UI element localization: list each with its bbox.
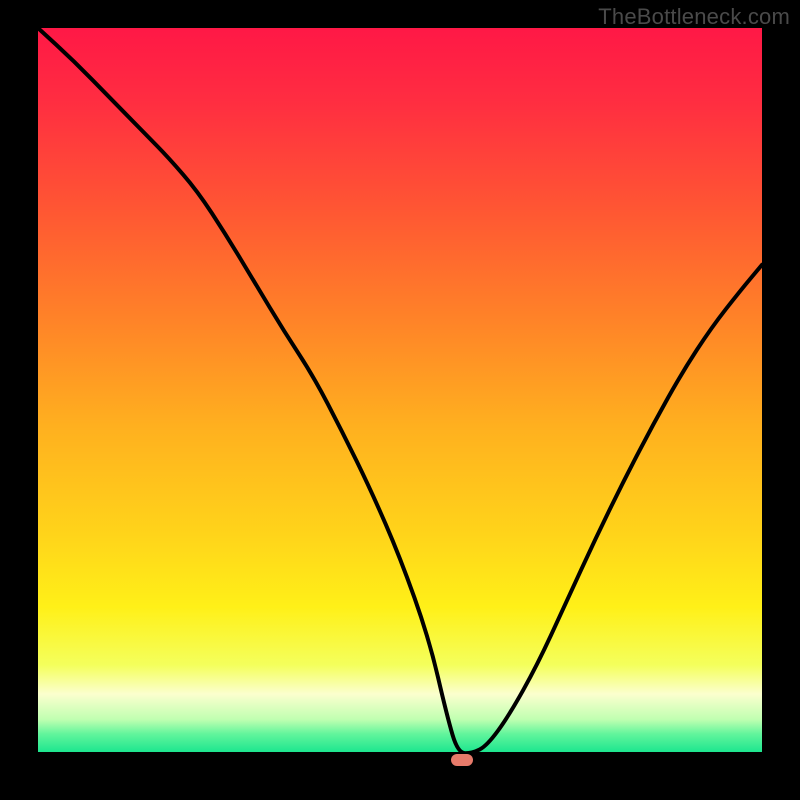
optimal-marker [451, 754, 473, 766]
plot-area [38, 28, 762, 768]
chart-frame: TheBottleneck.com [0, 0, 800, 800]
watermark-text: TheBottleneck.com [598, 4, 790, 30]
bottleneck-curve [38, 28, 762, 768]
